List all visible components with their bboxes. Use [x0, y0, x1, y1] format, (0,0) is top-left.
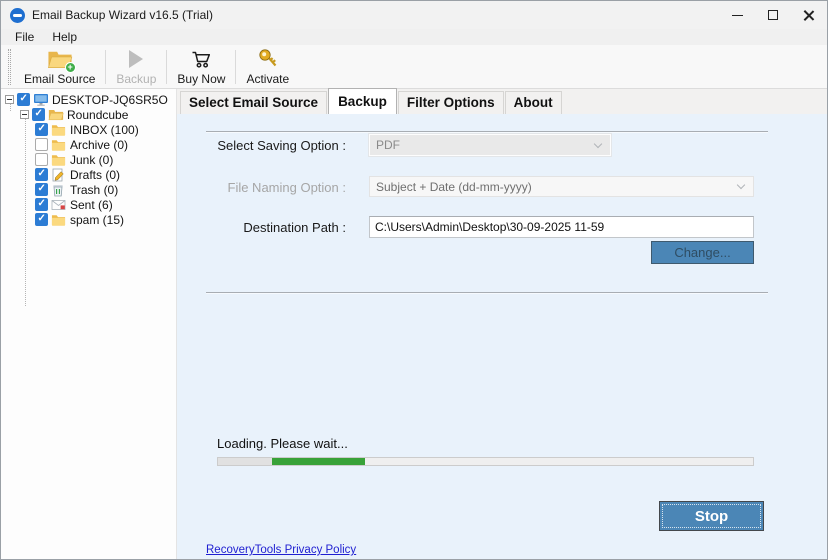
title-bar: Email Backup Wizard v16.5 (Trial) — [1, 1, 827, 29]
window-title: Email Backup Wizard v16.5 (Trial) — [32, 8, 213, 22]
menu-help[interactable]: Help — [46, 30, 83, 44]
tree-node-sent[interactable]: Sent (6) — [35, 197, 176, 212]
naming-option-select: Subject + Date (dd-mm-yyyy) — [369, 176, 754, 197]
tree-node-label: DESKTOP-JQ6SR5O — [52, 93, 168, 107]
toolbar-gripper — [8, 49, 11, 85]
sent-icon — [51, 198, 67, 212]
computer-checkbox[interactable] — [17, 93, 30, 106]
menu-file[interactable]: File — [9, 30, 40, 44]
chevron-down-icon — [594, 139, 602, 147]
tree-node-computer[interactable]: DESKTOP-JQ6SR5O — [5, 92, 176, 107]
naming-option-value: Subject + Date (dd-mm-yyyy) — [370, 180, 738, 194]
toolbar-separator — [166, 50, 167, 84]
saving-option-label: Select Saving Option : — [177, 138, 346, 153]
toolbar-backup-button: Backup — [108, 46, 164, 88]
folder-icon — [51, 138, 67, 152]
folder-checkbox[interactable] — [35, 198, 48, 211]
destination-path-input[interactable] — [369, 216, 754, 238]
app-window: Email Backup Wizard v16.5 (Trial) File H… — [0, 0, 828, 560]
tab-filter-options[interactable]: Filter Options — [398, 91, 504, 114]
toolbar-email-source-button[interactable]: + Email Source — [16, 46, 103, 88]
trash-icon — [51, 183, 67, 197]
progress-marquee — [272, 458, 366, 465]
folder-checkbox[interactable] — [35, 213, 48, 226]
tab-backup[interactable]: Backup — [328, 88, 397, 114]
account-folder-icon — [48, 108, 64, 122]
folder-checkbox[interactable] — [35, 138, 48, 151]
collapse-icon[interactable] — [5, 95, 14, 104]
tree-node-label: INBOX (100) — [70, 123, 139, 137]
computer-icon — [33, 93, 49, 107]
folder-checkbox[interactable] — [35, 153, 48, 166]
minimize-button[interactable] — [719, 1, 755, 29]
folder-add-icon: + — [47, 47, 73, 71]
saving-option-select: PDF — [369, 134, 611, 156]
tree-node-label: Sent (6) — [70, 198, 113, 212]
folder-icon — [51, 123, 67, 137]
tab-about[interactable]: About — [505, 91, 562, 114]
key-icon — [256, 47, 280, 71]
folder-checkbox[interactable] — [35, 168, 48, 181]
toolbar: + Email Source Backup Buy Now Activate — [1, 45, 827, 89]
tab-select-email-source[interactable]: Select Email Source — [180, 91, 327, 114]
stop-button[interactable]: Stop — [659, 501, 764, 531]
tree-node-label: spam (15) — [70, 213, 124, 227]
tree-node-label: Drafts (0) — [70, 168, 120, 182]
drafts-icon — [51, 168, 67, 182]
tree-node-archive[interactable]: Archive (0) — [35, 137, 176, 152]
saving-option-value: PDF — [370, 138, 595, 152]
cart-icon — [189, 47, 213, 71]
tree-node-label: Roundcube — [67, 108, 128, 122]
tree-node-trash[interactable]: Trash (0) — [35, 182, 176, 197]
maximize-button[interactable] — [755, 1, 791, 29]
tab-strip: Select Email Source Backup Filter Option… — [177, 89, 827, 114]
minimize-icon — [732, 15, 743, 16]
tree-node-label: Junk (0) — [70, 153, 113, 167]
folder-icon — [51, 213, 67, 227]
toolbar-buy-now-button[interactable]: Buy Now — [169, 46, 233, 88]
collapse-icon[interactable] — [20, 110, 29, 119]
tree-node-spam[interactable]: spam (15) — [35, 212, 176, 227]
menu-bar: File Help — [1, 29, 827, 45]
progress-track-segment — [218, 458, 272, 465]
tree-node-label: Trash (0) — [70, 183, 118, 197]
folder-checkbox[interactable] — [35, 123, 48, 136]
maximize-icon — [768, 10, 778, 20]
tree-node-account[interactable]: Roundcube — [20, 107, 176, 122]
toolbar-activate-button[interactable]: Activate — [238, 46, 297, 88]
tree-node-inbox[interactable]: INBOX (100) — [35, 122, 176, 137]
close-icon — [803, 9, 815, 21]
separator-middle — [206, 292, 768, 294]
loading-status-text: Loading. Please wait... — [217, 436, 348, 451]
change-button[interactable]: Change... — [651, 241, 754, 264]
tree-node-label: Archive (0) — [70, 138, 128, 152]
account-checkbox[interactable] — [32, 108, 45, 121]
plus-icon: + — [65, 62, 76, 73]
progress-bar — [217, 457, 754, 466]
separator-top — [206, 131, 768, 133]
tree-node-junk[interactable]: Junk (0) — [35, 152, 176, 167]
destination-path-label: Destination Path : — [177, 220, 346, 235]
folder-checkbox[interactable] — [35, 183, 48, 196]
chevron-down-icon — [737, 181, 745, 189]
toolbar-separator — [235, 50, 236, 84]
mailbox-tree: DESKTOP-JQ6SR5O Roundcube INBOX (100) — [1, 89, 177, 559]
app-icon — [10, 8, 25, 23]
naming-option-label: File Naming Option : — [177, 180, 346, 195]
tree-node-drafts[interactable]: Drafts (0) — [35, 167, 176, 182]
privacy-policy-link[interactable]: RecoveryTools Privacy Policy — [206, 544, 356, 556]
close-button[interactable] — [791, 1, 827, 29]
play-icon — [129, 47, 143, 71]
folder-icon — [51, 153, 67, 167]
toolbar-separator — [105, 50, 106, 84]
backup-tab-panel: Select Saving Option : PDF File Naming O… — [177, 114, 827, 559]
